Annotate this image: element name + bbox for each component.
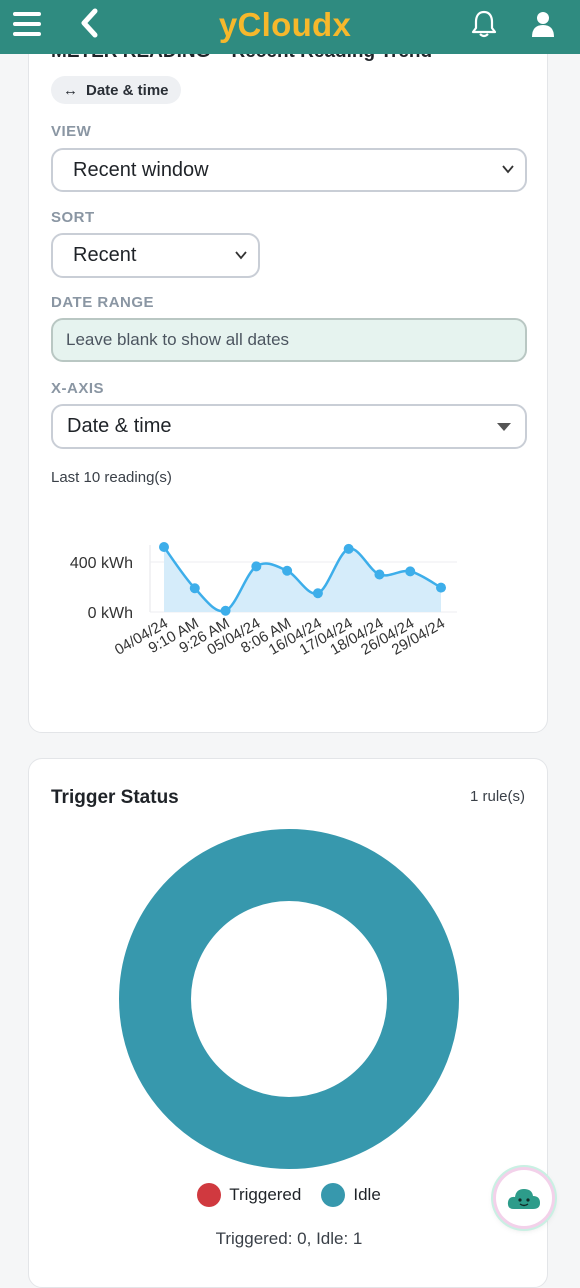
donut-legend: Triggered Idle (29, 1183, 549, 1207)
bell-icon[interactable] (469, 9, 499, 39)
data-point (159, 542, 169, 552)
donut-slice (119, 829, 459, 1169)
trigger-donut-chart (119, 829, 459, 1169)
assistant-fab[interactable] (496, 1170, 552, 1226)
data-point (343, 543, 354, 554)
top-app-bar: yCloudx (0, 0, 580, 54)
reading-trend-chart: 400 kWh0 kWh04/04/249:10 AM9:26 AM05/04/… (70, 542, 457, 659)
legend-item-idle[interactable]: Idle (321, 1183, 381, 1207)
trigger-summary: Triggered: 0, Idle: 1 (215, 1229, 363, 1248)
meter-reading-card: METER READING – Recent Reading Trend ↔ D… (28, 20, 548, 733)
rule-count: 1 rule(s) (469, 788, 525, 805)
user-icon[interactable] (530, 10, 556, 38)
y-tick-label: 0 kWh (88, 605, 133, 622)
trigger-status-title: Trigger Status (51, 787, 179, 808)
legend-swatch (197, 1183, 222, 1207)
cloud-assistant-icon (507, 1189, 540, 1209)
data-point (405, 566, 416, 577)
data-point (189, 583, 200, 594)
data-point (251, 561, 262, 572)
y-tick-label: 400 kWh (70, 555, 133, 572)
data-point (220, 605, 231, 616)
legend-item-triggered[interactable]: Triggered (197, 1183, 301, 1207)
series-area (164, 547, 441, 612)
legend-label: Idle (353, 1185, 381, 1204)
data-point (436, 582, 446, 593)
legend-swatch (321, 1183, 346, 1207)
data-point (374, 569, 385, 580)
trigger-status-card: Trigger Status 1 rule(s) Triggered Idle … (28, 758, 548, 1288)
data-point (312, 588, 323, 599)
legend-label: Triggered (229, 1185, 302, 1204)
data-point (282, 565, 293, 576)
